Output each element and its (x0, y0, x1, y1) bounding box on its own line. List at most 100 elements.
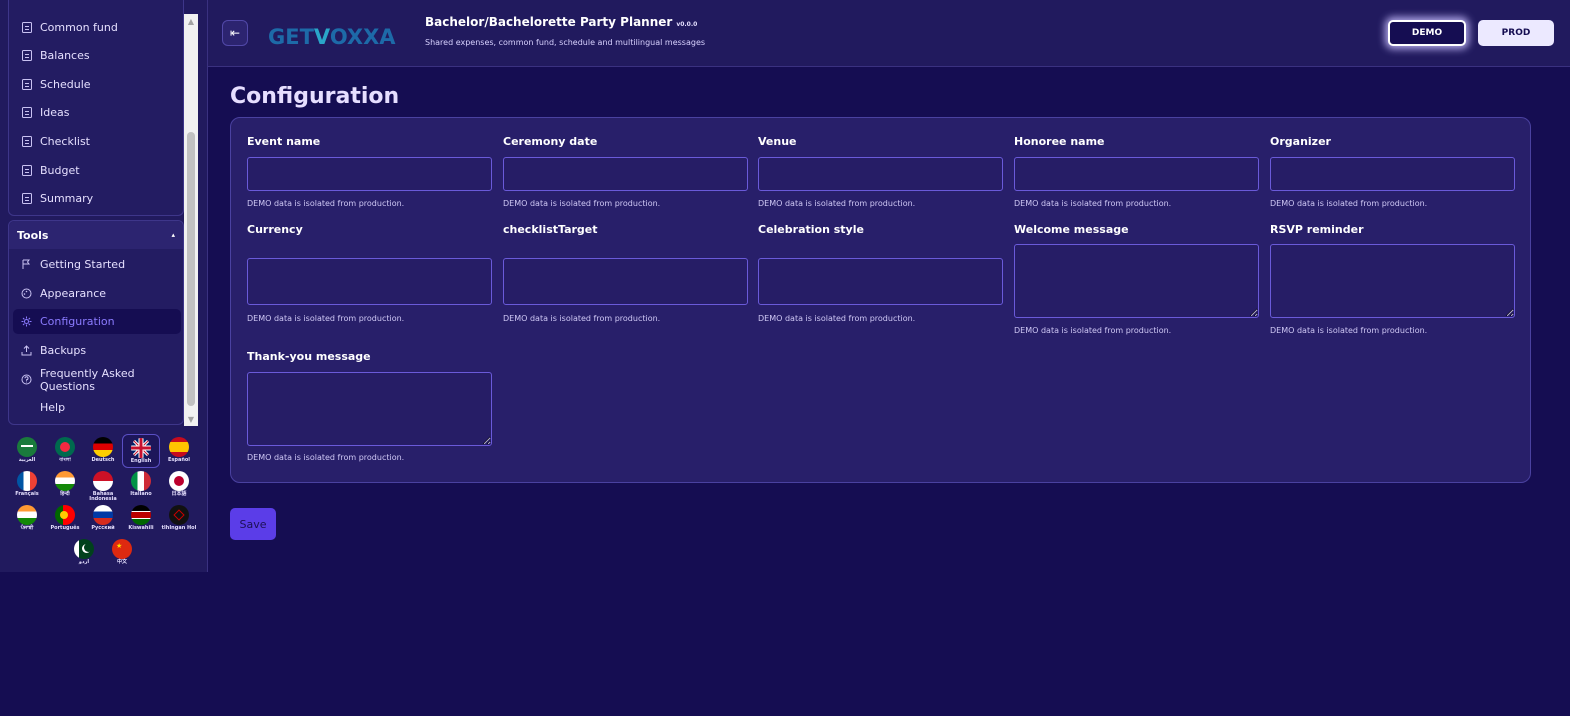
language-label: Русский (91, 525, 115, 531)
collapse-sidebar-icon: ⇤ (229, 26, 241, 40)
document-icon (21, 50, 32, 61)
field-label: checklistTarget (503, 223, 598, 236)
prod-env-button[interactable]: PROD (1478, 20, 1554, 46)
ceremony-date-input[interactable] (503, 157, 748, 191)
field-hint: DEMO data is isolated from production. (1014, 199, 1172, 208)
language-label: English (130, 458, 152, 464)
field-hint: DEMO data is isolated from production. (1014, 326, 1172, 335)
sidebar-item-backups[interactable]: Backups (13, 338, 181, 363)
sidebar-item-common-fund[interactable]: Common fund (13, 15, 181, 40)
language-label: Italiano (130, 491, 152, 497)
nav-section-tools: Tools ▴ Getting Started Appearance Confi… (8, 220, 184, 425)
honoree-name-field: Honoree name DEMO data is isolated from … (1014, 135, 1259, 208)
save-button[interactable]: Save (230, 508, 276, 540)
language-option-ru[interactable]: Русский (84, 502, 122, 536)
scrollbar-thumb[interactable] (187, 132, 195, 406)
field-label: Event name (247, 135, 321, 148)
currency-field: Currency DEMO data is isolated from prod… (247, 223, 492, 323)
sidebar-item-summary[interactable]: Summary (13, 186, 181, 211)
language-label: বাংলা (59, 457, 71, 463)
flag-pt-icon (55, 505, 75, 525)
field-hint: DEMO data is isolated from production. (247, 199, 405, 208)
tools-section-header[interactable]: Tools ▴ (9, 221, 183, 249)
sidebar-nav[interactable]: Common fund Balances Schedule Ideas Chec… (0, 0, 200, 428)
language-option-en[interactable]: English (122, 434, 160, 468)
language-option-bn[interactable]: বাংলা (46, 434, 84, 468)
language-option-sw[interactable]: Kiswahili (122, 502, 160, 536)
document-icon (21, 22, 32, 33)
scroll-up-arrow-icon[interactable]: ▲ (184, 14, 198, 28)
language-label: Português (50, 525, 80, 531)
language-label: Español (167, 457, 191, 463)
venue-field: Venue DEMO data is isolated from product… (758, 135, 1003, 208)
flag-in2-icon (17, 505, 37, 525)
language-option-zh[interactable]: ★ 中文 (103, 536, 141, 570)
app-subtitle: Shared expenses, common fund, schedule a… (425, 38, 706, 47)
language-option-de[interactable]: Deutsch (84, 434, 122, 468)
currency-input[interactable] (247, 258, 492, 305)
checklist-target-input[interactable] (503, 258, 748, 305)
sidebar-item-balances[interactable]: Balances (13, 43, 181, 68)
venue-input[interactable] (758, 157, 1003, 191)
sidebar-item-checklist[interactable]: Checklist (13, 129, 181, 154)
sidebar-item-label: Checklist (40, 135, 90, 148)
field-label: Organizer (1270, 135, 1331, 148)
language-label: Bahasa Indonesia (89, 491, 117, 502)
flag-ru-icon (93, 505, 113, 525)
sidebar-item-schedule[interactable]: Schedule (13, 72, 181, 97)
language-option-hi[interactable]: हिन्दी (46, 468, 84, 502)
language-label: Kiswahili (128, 525, 154, 531)
language-option-es[interactable]: Español (160, 434, 198, 468)
language-label: Deutsch (91, 457, 115, 463)
gear-icon (21, 316, 32, 327)
language-option-id[interactable]: Bahasa Indonesia (84, 468, 122, 502)
language-option-pa[interactable]: ਪੰਜਾਬੀ (8, 502, 46, 536)
sidebar-item-configuration[interactable]: Configuration (13, 309, 181, 334)
configuration-form: Event name DEMO data is isolated from pr… (230, 117, 1531, 483)
demo-env-button[interactable]: DEMO (1388, 20, 1466, 46)
app-title: Bachelor/Bachelorette Party Planner v0.0.… (425, 15, 698, 29)
tools-header-label: Tools (17, 228, 49, 242)
event-name-field: Event name DEMO data is isolated from pr… (247, 135, 492, 208)
flag-ke-icon (131, 505, 151, 525)
language-option-ur[interactable]: اردو (65, 536, 103, 570)
flag-bd-icon (55, 437, 75, 457)
celebration-style-field: Celebration style DEMO data is isolated … (758, 223, 1003, 323)
language-label: हिन्दी (60, 491, 70, 497)
field-hint: DEMO data is isolated from production. (247, 314, 405, 323)
sidebar-item-label: Ideas (40, 106, 70, 119)
language-option-it[interactable]: Italiano (122, 468, 160, 502)
celebration-style-input[interactable] (758, 258, 1003, 305)
scroll-down-arrow-icon[interactable]: ▼ (184, 412, 198, 426)
field-hint: DEMO data is isolated from production. (503, 199, 661, 208)
field-label: Thank-you message (247, 350, 371, 363)
honoree-name-input[interactable] (1014, 157, 1259, 191)
rsvp-reminder-textarea[interactable] (1270, 244, 1515, 318)
language-option-pt[interactable]: Português (46, 502, 84, 536)
sidebar-item-faq[interactable]: Frequently Asked Questions (13, 367, 181, 393)
language-label: 中文 (116, 559, 127, 565)
welcome-message-textarea[interactable] (1014, 244, 1259, 318)
field-hint: DEMO data is isolated from production. (247, 453, 405, 462)
organizer-input[interactable] (1270, 157, 1515, 191)
language-option-fr[interactable]: Français (8, 468, 46, 502)
sidebar-item-help[interactable]: Help (13, 395, 181, 420)
language-option-tlh[interactable]: tlhIngan Hol (160, 502, 198, 536)
sidebar-item-budget[interactable]: Budget (13, 158, 181, 183)
sidebar-item-ideas[interactable]: Ideas (13, 100, 181, 125)
language-option-ar[interactable]: العربية (8, 434, 46, 468)
thank-you-message-textarea[interactable] (247, 372, 492, 446)
sidebar-item-appearance[interactable]: Appearance (13, 281, 181, 306)
flag-sa-icon (17, 437, 37, 457)
flag-start-icon (21, 259, 32, 270)
language-label: اردو (78, 559, 90, 565)
sidebar-item-getting-started[interactable]: Getting Started (13, 252, 181, 277)
collapse-sidebar-button[interactable]: ⇤ (222, 20, 248, 46)
flag-klingon-icon (169, 505, 189, 525)
event-name-input[interactable] (247, 157, 492, 191)
organizer-field: Organizer DEMO data is isolated from pro… (1270, 135, 1515, 208)
sidebar-scrollbar[interactable]: ▲ ▼ (184, 14, 198, 426)
field-hint: DEMO data is isolated from production. (503, 314, 661, 323)
sidebar-item-label: Summary (40, 192, 94, 205)
language-option-ja[interactable]: 日本語 (160, 468, 198, 502)
